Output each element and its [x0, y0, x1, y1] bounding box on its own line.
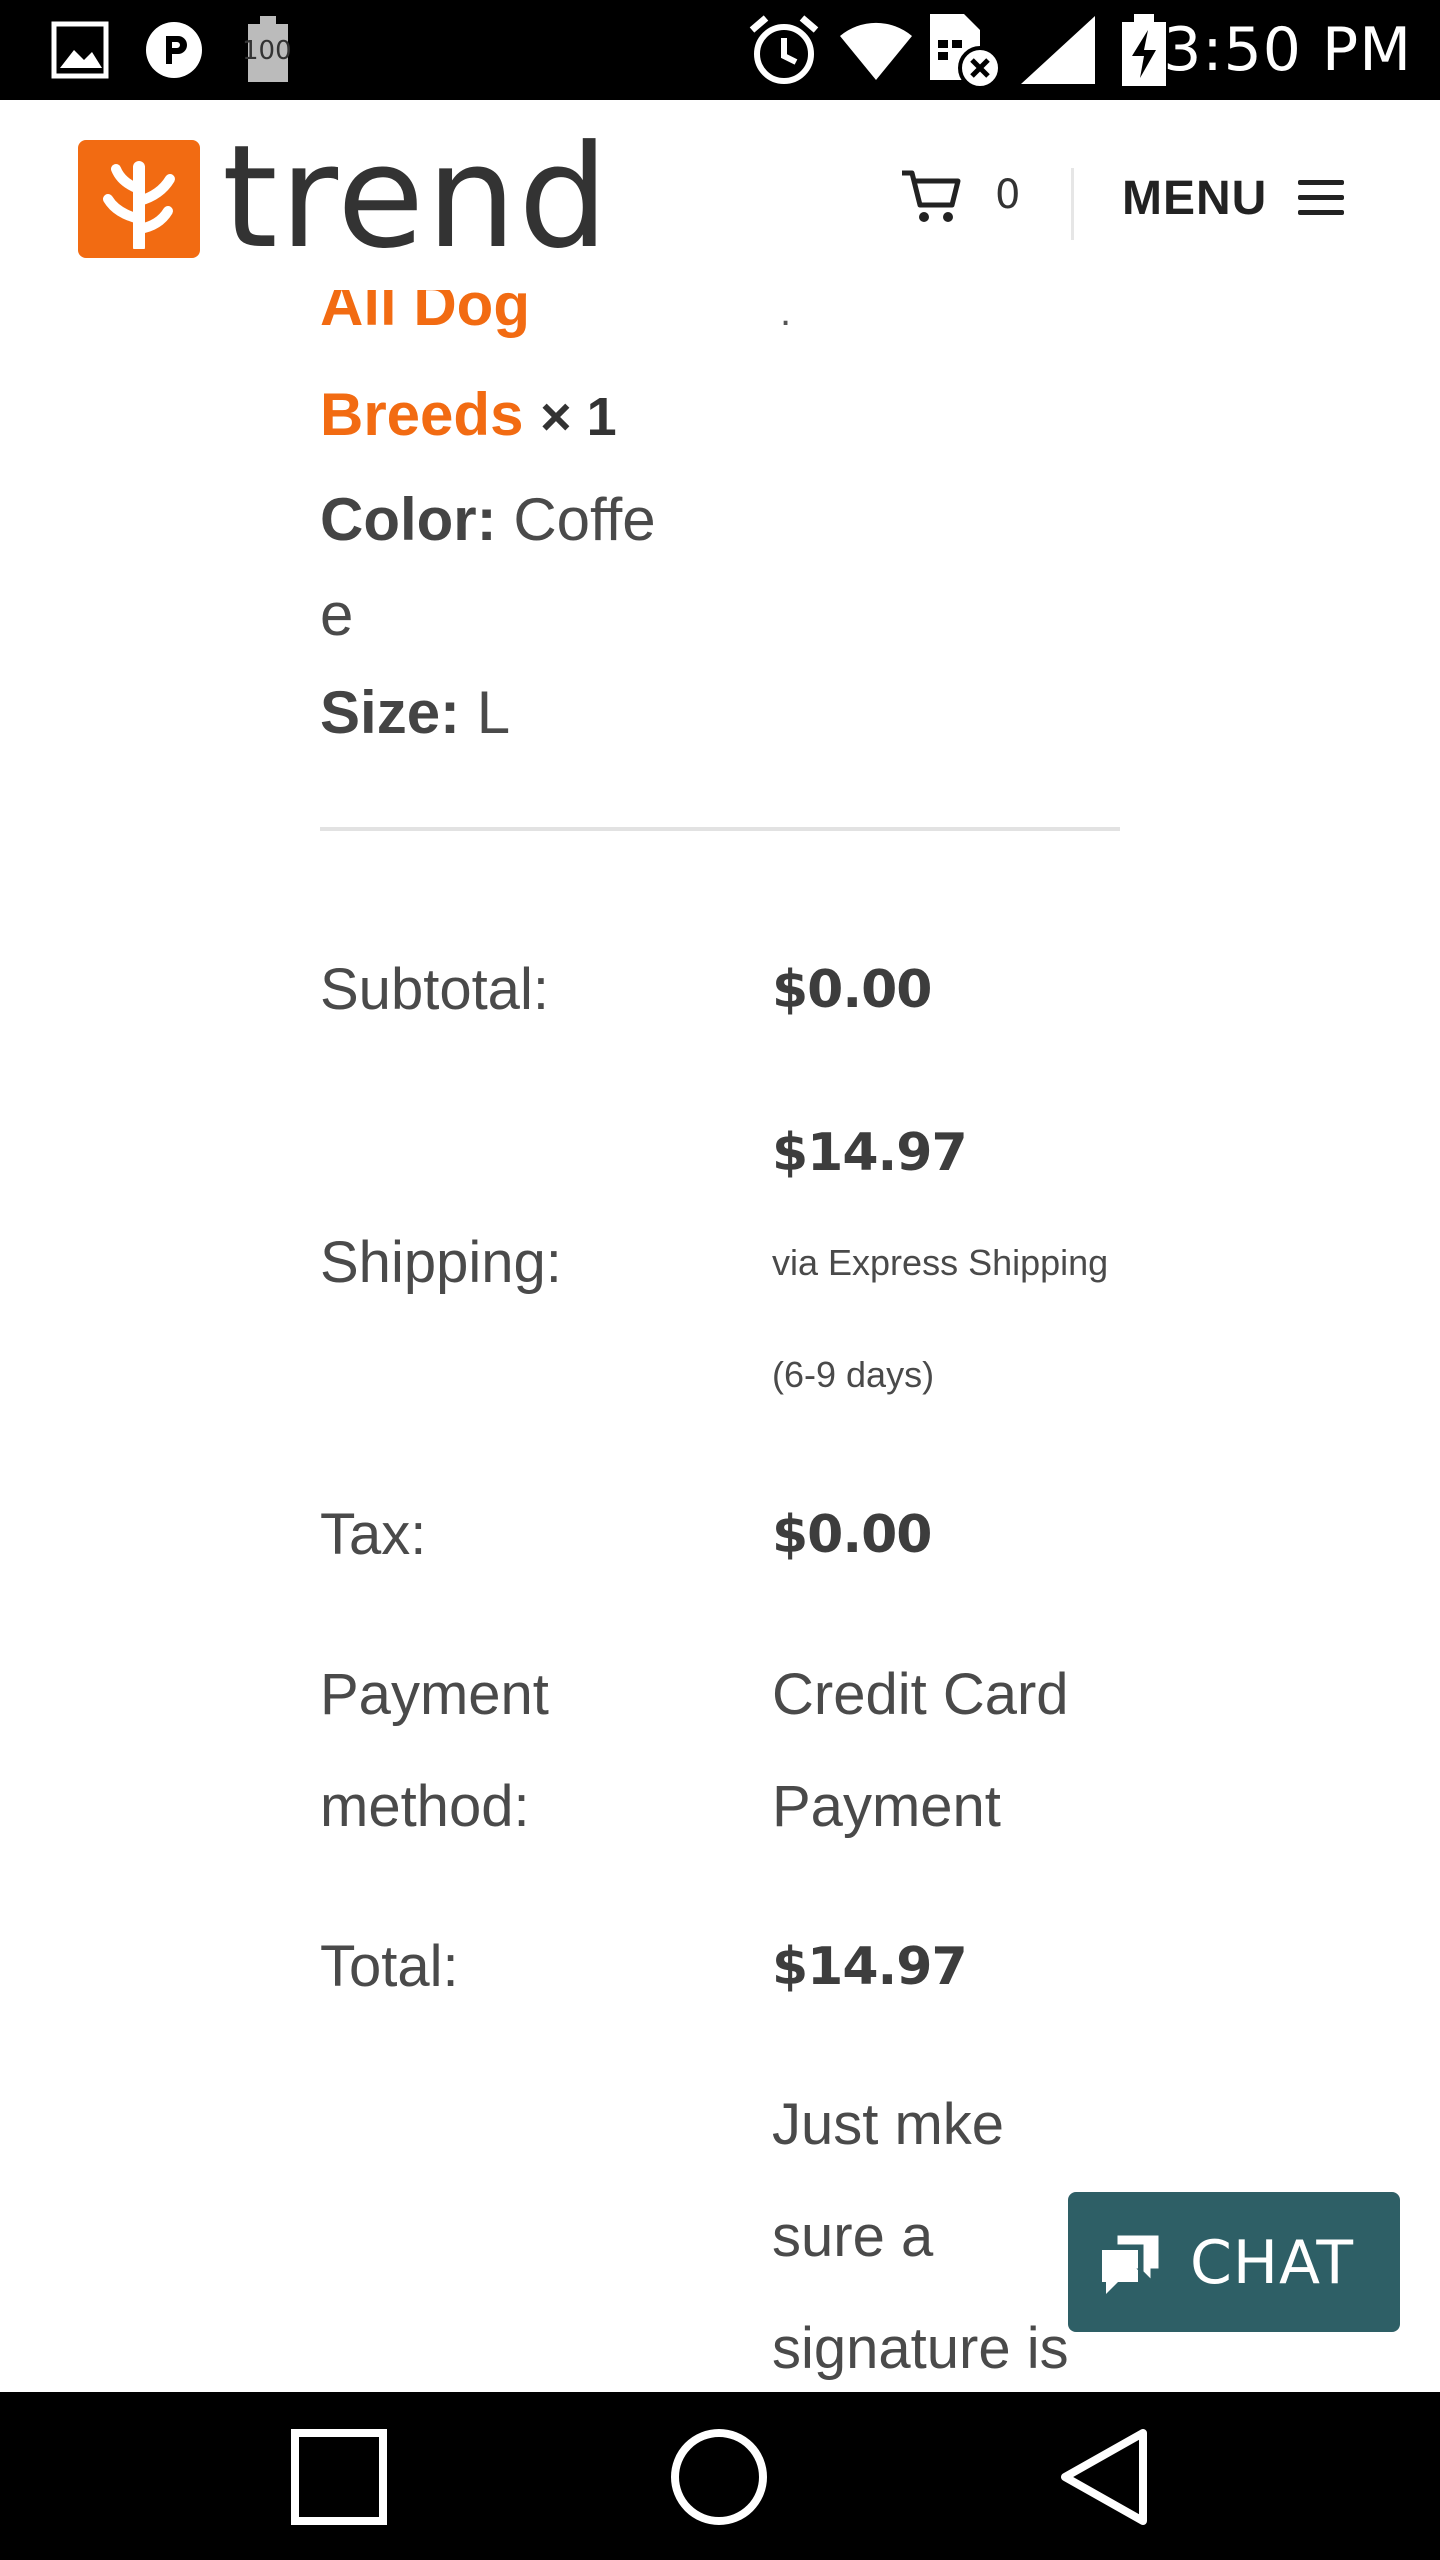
cart-count: 0 — [995, 172, 1021, 218]
header-divider — [1071, 168, 1074, 240]
shipping-label: Shipping: — [320, 1230, 562, 1295]
recents-button[interactable] — [284, 2422, 394, 2532]
subtotal-label: Subtotal: — [320, 957, 549, 1022]
item-quantity: × 1 — [540, 387, 617, 447]
logo-wordmark[interactable]: trend — [222, 118, 610, 278]
site-header: trend 0 MENU — [0, 100, 1440, 290]
order-note-line1: Just mke — [772, 2092, 1005, 2157]
chat-label: CHAT — [1190, 2228, 1355, 2298]
size-label: Size: — [320, 679, 461, 746]
shipping-value: $14.97 — [772, 1123, 968, 1183]
order-note-line3: signature is — [772, 2316, 1069, 2381]
order-note-line2: sure a — [772, 2204, 934, 2269]
gallery-icon — [44, 14, 116, 86]
tax-label: Tax: — [320, 1502, 427, 1567]
payment-method-value-line1: Credit Card — [772, 1662, 1069, 1727]
cart-button[interactable] — [900, 162, 962, 232]
battery-saver-icon: 100 — [236, 14, 300, 86]
payment-method-label-line2: method: — [320, 1774, 530, 1839]
total-value: $14.97 — [772, 1937, 968, 1997]
order-details: All Dog . Breeds × 1 Color: Coffe e Size… — [0, 290, 1440, 2390]
item-color-wrap: e — [320, 581, 354, 648]
battery-percent-label: 100 — [242, 36, 292, 66]
subtotal-value: $0.00 — [772, 960, 932, 1020]
menu-label: MENU — [1122, 171, 1268, 225]
status-time: 3:50 PM — [1163, 15, 1412, 85]
shipping-time: (6-9 days) — [772, 1354, 935, 1395]
status-bar: 100 3:50 PM — [0, 0, 1440, 100]
cart-icon — [902, 170, 961, 222]
navigation-bar — [0, 2392, 1440, 2560]
sim-disabled-icon — [924, 14, 1004, 90]
circle-icon — [671, 2429, 767, 2525]
tax-value: $0.00 — [772, 1505, 932, 1565]
color-value: Coffe — [513, 486, 656, 553]
product-link-line1[interactable]: All Dog — [320, 290, 530, 340]
trend-logo-icon[interactable] — [78, 140, 200, 258]
product-link-line2: Breeds × 1 — [320, 380, 617, 452]
alarm-icon — [744, 14, 824, 86]
total-label: Total: — [320, 1934, 459, 1999]
back-triangle-icon — [1061, 2429, 1147, 2525]
wifi-icon — [836, 14, 916, 86]
payment-method-value-line2: Payment — [772, 1774, 1001, 1839]
home-button[interactable] — [664, 2422, 774, 2532]
color-label: Color: — [320, 486, 497, 553]
p-app-icon — [138, 14, 210, 86]
size-value: L — [476, 679, 511, 746]
product-link[interactable]: Breeds — [320, 381, 523, 448]
payment-method-label-line1: Payment — [320, 1662, 549, 1727]
chat-button[interactable]: CHAT — [1068, 2192, 1400, 2332]
stray-mark: . — [780, 290, 792, 334]
signal-icon — [1018, 14, 1098, 86]
item-color: Color: Coffe — [320, 485, 656, 555]
square-icon — [291, 2429, 387, 2525]
divider — [320, 827, 1120, 831]
hamburger-icon[interactable] — [1298, 180, 1344, 216]
item-size: Size: L — [320, 678, 510, 748]
shipping-method: via Express Shipping — [772, 1242, 1109, 1283]
back-button[interactable] — [1050, 2422, 1160, 2532]
chat-bubbles-icon — [1102, 2232, 1162, 2294]
menu-button[interactable]: MENU — [1122, 170, 1267, 226]
